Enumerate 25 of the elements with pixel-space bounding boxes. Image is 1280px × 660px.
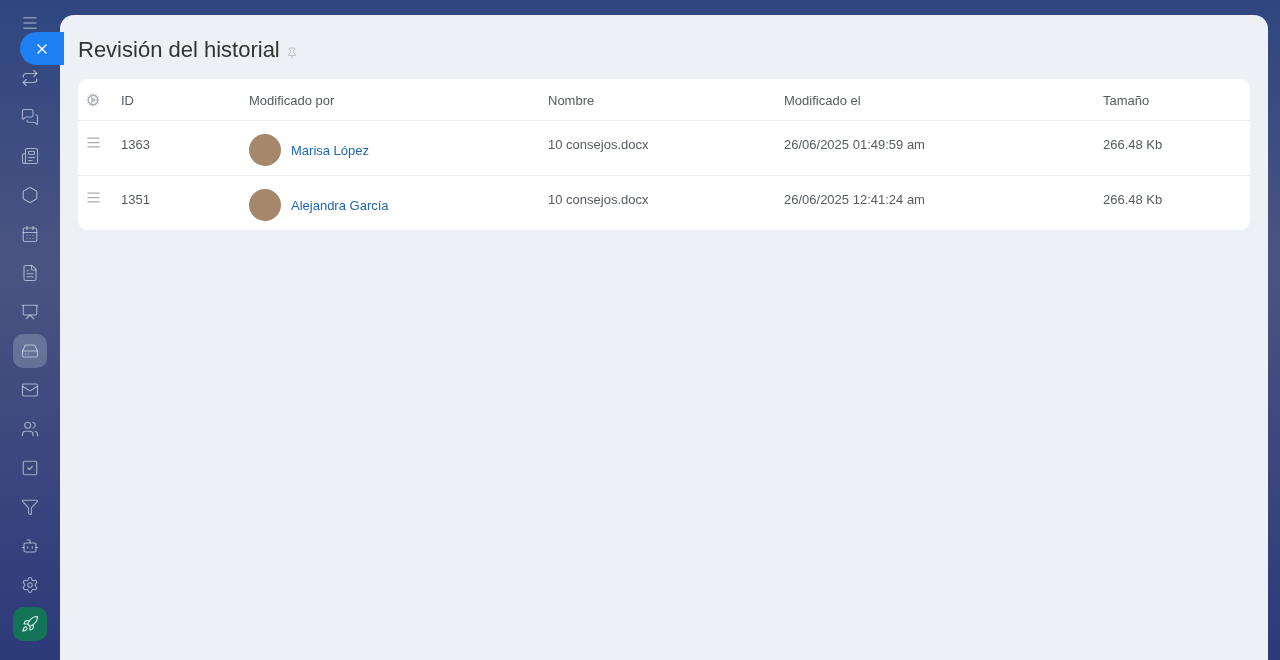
- column-header[interactable]: Modificado el: [784, 79, 1103, 108]
- column-header[interactable]: Modificado por: [249, 79, 548, 108]
- table-cell-text: 26/06/2025 01:49:59 am: [784, 136, 926, 152]
- table-cell-text: 26/06/2025 12:41:24 am: [784, 191, 926, 207]
- drag-handle-icon[interactable]: [86, 135, 101, 150]
- table-cell-text: 10 consejos.docx: [548, 191, 650, 207]
- table-cell-text: 1363: [121, 136, 151, 152]
- column-header[interactable]: Nombre: [548, 79, 784, 108]
- column-header[interactable]: Tamaño: [1103, 79, 1250, 108]
- close-button[interactable]: [20, 32, 64, 65]
- avatar: [249, 134, 281, 166]
- avatar: [249, 189, 281, 221]
- panel-title: Revisión del historial: [78, 37, 280, 63]
- column-header[interactable]: ID: [121, 79, 249, 108]
- drag-handle-icon[interactable]: [86, 190, 101, 205]
- drive-icon[interactable]: [12, 333, 47, 368]
- menu-icon[interactable]: [20, 14, 39, 32]
- table-cell-text: 1351: [121, 191, 151, 207]
- user-link[interactable]: Alejandra García: [291, 197, 389, 213]
- user-link[interactable]: Marisa López: [291, 142, 370, 158]
- rocket-icon[interactable]: [12, 606, 47, 641]
- settings-icon[interactable]: [86, 93, 100, 107]
- table-cell-text: 10 consejos.docx: [548, 136, 650, 152]
- table-cell-text: 266.48 Kb: [1103, 136, 1164, 152]
- table-cell-text: 266.48 Kb: [1103, 191, 1164, 207]
